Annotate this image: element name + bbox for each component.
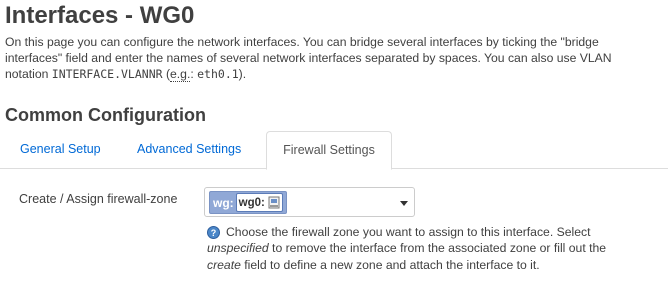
intro-notation-label: notation (5, 67, 49, 81)
intro-text: On this page you can configure the netwo… (5, 34, 663, 82)
intro-line-3: notation INTERFACE.VLANNR (e.g.: eth0.1)… (5, 66, 663, 82)
intro-code-example: eth0.1 (197, 67, 239, 81)
intro-colon: : (190, 67, 194, 81)
help-line-3-rest: field to define a new zone and attach th… (240, 257, 540, 272)
intro-code-vlan: INTERFACE.VLANNR (51, 67, 163, 81)
tab-bar: General Setup Advanced Settings Firewall… (0, 131, 668, 170)
firewall-zone-label: Create / Assign firewall-zone (19, 192, 178, 206)
help-line-2: unspecified to remove the interface from… (207, 240, 665, 256)
firewall-zone-help: ? Choose the firewall zone you want to a… (207, 224, 665, 273)
page-title: Interfaces - WG0 (5, 2, 195, 29)
help-unspecified: unspecified (207, 241, 269, 256)
zone-name: wg: (213, 195, 234, 210)
tab-general-setup[interactable]: General Setup (20, 131, 101, 169)
help-create: create (207, 257, 241, 272)
zone-badge: wg: wg0: (209, 191, 287, 214)
svg-text:?: ? (211, 228, 217, 238)
intro-line-2: interfaces" field and enter the names of… (5, 51, 612, 65)
chevron-down-icon[interactable] (400, 201, 408, 206)
intro-line-1: On this page you can configure the netwo… (5, 35, 599, 49)
help-icon: ? (207, 226, 220, 239)
network-interface-icon (268, 196, 280, 209)
section-title: Common Configuration (5, 105, 206, 125)
zone-interface-name: wg0: (238, 196, 265, 209)
tab-firewall-settings[interactable]: Firewall Settings (266, 131, 392, 170)
help-line-1: Choose the firewall zone you want to ass… (226, 225, 591, 239)
tab-advanced-settings[interactable]: Advanced Settings (137, 131, 241, 169)
intro-paren-close: ). (238, 67, 247, 81)
help-line-2-rest: to remove the interface from the associa… (268, 241, 607, 256)
zone-interface-chip: wg0: (235, 193, 283, 212)
firewall-zone-select[interactable]: wg: wg0: (204, 187, 415, 217)
help-line-3: create field to define a new zone and at… (207, 257, 665, 273)
intro-eg-abbr: e.g. (170, 67, 191, 82)
